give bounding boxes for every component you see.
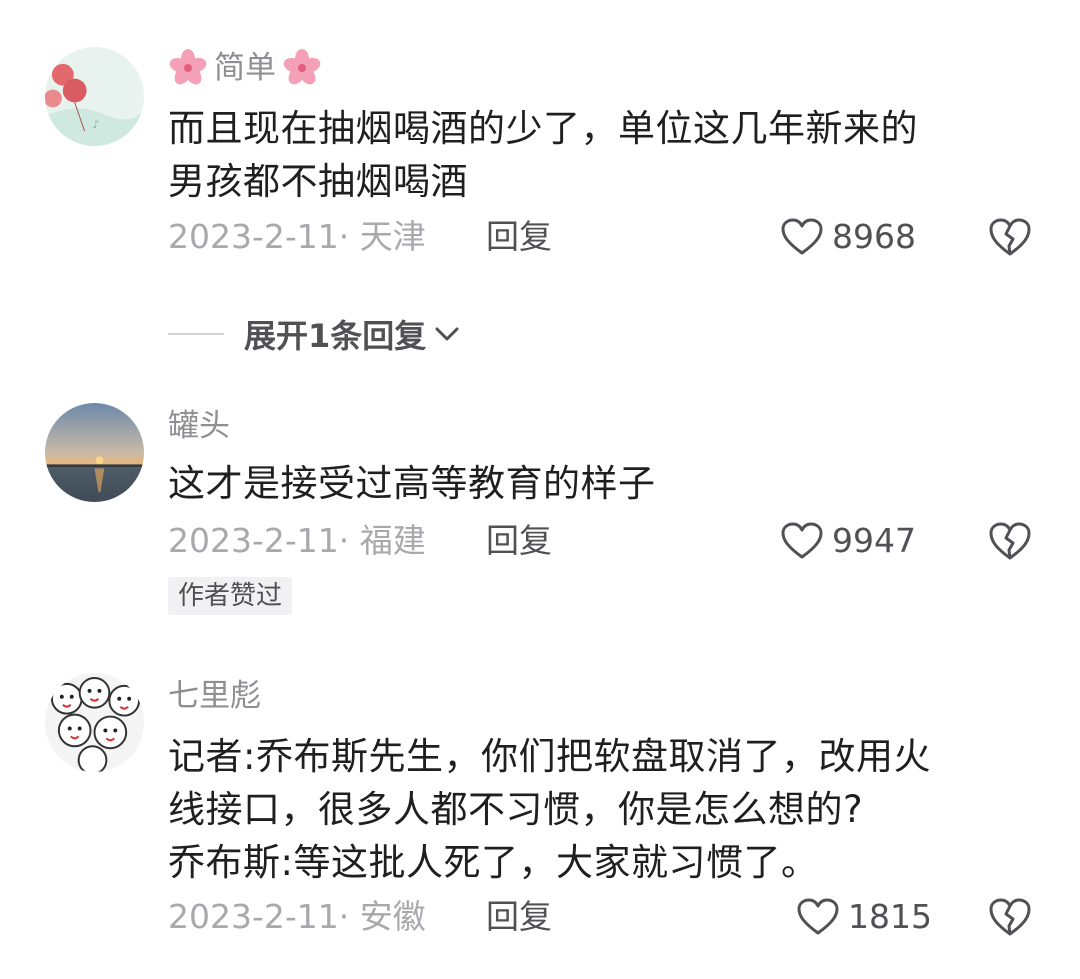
like-count: 1815 — [848, 897, 932, 936]
username-text: 简单 — [214, 50, 276, 86]
comment-text: 记者:乔布斯先生，你们把软盘取消了，改用火 线接口，很多人都不习惯，你是怎么想的… — [168, 735, 931, 884]
heart-outline-icon — [797, 898, 839, 935]
comment-username[interactable]: 罐头 — [168, 406, 230, 446]
comment-date-location: 2023-2-11· 福建 — [168, 521, 426, 560]
avatar[interactable] — [45, 403, 144, 502]
comment-meta: 2023-2-11· 天津 回复 8968 — [168, 212, 1080, 262]
dislike-button[interactable] — [988, 895, 1032, 939]
heart-outline-icon — [781, 218, 823, 255]
dislike-button[interactable] — [988, 215, 1032, 259]
comment-date-location: 2023-2-11· 安徽 — [168, 897, 426, 936]
reply-button[interactable]: 回复 — [486, 892, 552, 942]
cherry-blossom-icon — [283, 49, 321, 85]
avatar[interactable] — [45, 673, 144, 772]
dislike-button[interactable] — [988, 519, 1032, 563]
expand-replies-button[interactable]: 展开1条回复 — [168, 304, 462, 364]
comment-username[interactable]: 七里彪 — [168, 676, 261, 716]
username-text: 罐头 — [168, 408, 230, 444]
broken-heart-icon — [989, 522, 1031, 560]
heart-outline-icon — [781, 522, 823, 559]
reply-button[interactable]: 回复 — [486, 212, 552, 262]
like-count: 8968 — [832, 217, 916, 256]
broken-heart-icon — [989, 218, 1031, 256]
like-button[interactable]: 9947 — [780, 516, 916, 566]
chevron-down-icon — [435, 327, 459, 341]
username-text: 七里彪 — [168, 678, 261, 714]
divider — [168, 333, 224, 335]
svg-text:♪: ♪ — [93, 118, 100, 131]
comment-username[interactable]: 简单 — [168, 48, 322, 88]
like-button[interactable]: 8968 — [780, 212, 916, 262]
expand-replies-label: 展开1条回复 — [244, 317, 427, 355]
like-count: 9947 — [832, 521, 916, 560]
comment-meta: 2023-2-11· 福建 回复 9947 — [168, 516, 1080, 566]
avatar[interactable]: ♪ — [45, 47, 144, 146]
comment-text: 这才是接受过高等教育的样子 — [168, 462, 656, 505]
broken-heart-icon — [989, 898, 1031, 936]
author-liked-badge: 作者赞过 — [168, 577, 293, 615]
comment-date-location: 2023-2-11· 天津 — [168, 217, 426, 256]
cherry-blossom-icon — [169, 49, 207, 85]
like-button[interactable]: 1815 — [796, 892, 932, 942]
reply-button[interactable]: 回复 — [486, 516, 552, 566]
comment-meta: 2023-2-11· 安徽 回复 1815 — [168, 892, 1080, 942]
comment-text: 而且现在抽烟喝酒的少了，单位这几年新来的 男孩都不抽烟喝酒 — [168, 107, 918, 203]
